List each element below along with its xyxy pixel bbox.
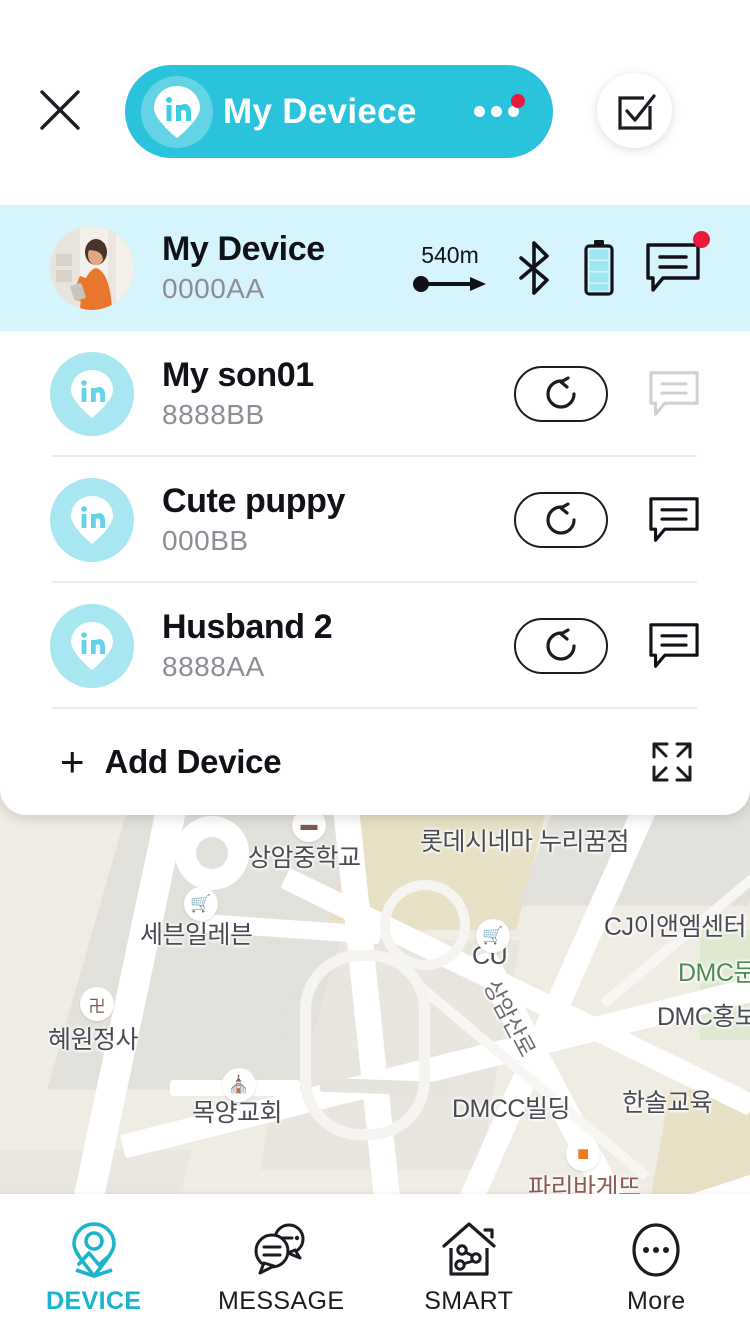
map-label: DMC홍보 (657, 1003, 750, 1031)
device-actions (514, 618, 702, 674)
message-badge (693, 231, 710, 248)
device-actions (514, 366, 702, 422)
plus-icon: + (60, 738, 85, 785)
close-button[interactable] (24, 74, 96, 146)
bottom-navigation: DEVICE MESSAGE SMART More (0, 1194, 750, 1334)
expand-fullscreen-icon (652, 742, 692, 782)
nav-tab-more[interactable]: More (563, 1194, 750, 1334)
refresh-button[interactable] (514, 492, 608, 548)
map-roundabout-center (196, 837, 228, 869)
avatar (50, 226, 134, 310)
nav-tab-device[interactable]: DEVICE (0, 1194, 188, 1334)
battery-icon (584, 240, 614, 296)
top-header: My Deviece (0, 0, 750, 205)
map-path (380, 880, 470, 970)
map-label: 혜원정사 (48, 1026, 139, 1054)
map-path (300, 950, 430, 1140)
nav-label: SMART (424, 1286, 514, 1315)
map-label: 롯데시네마 누리꿈점 (420, 828, 629, 856)
refresh-ccw-icon (546, 376, 576, 409)
map-pin-im-logo-icon (154, 85, 200, 138)
avatar (50, 352, 134, 436)
app-logo (141, 75, 213, 148)
message-bubble-icon (649, 497, 699, 542)
map-pin-im-avatar (71, 370, 113, 418)
device-row-husband-2[interactable]: Husband 2 8888AA (0, 583, 750, 709)
current-device-pill[interactable]: My Deviece (125, 65, 553, 158)
message-button-disabled[interactable] (646, 368, 702, 420)
refresh-button[interactable] (514, 618, 608, 674)
device-name: My Device (162, 230, 325, 269)
message-button[interactable] (644, 231, 710, 297)
temple-icon[interactable]: 卍 (80, 987, 114, 1021)
device-list-card: My Device 0000AA 540m My son01 8888BB Cu… (0, 205, 750, 815)
map-pin-icon (65, 1219, 123, 1281)
pill-title: My Deviece (223, 91, 417, 131)
nav-label: More (626, 1286, 686, 1315)
map-label: 상암중학교 (248, 844, 361, 872)
map-label: CJ이앤엠센터 (604, 913, 747, 941)
nav-label: MESSAGE (218, 1286, 345, 1315)
device-info: My Device 0000AA (162, 230, 412, 304)
device-row-my-device[interactable]: My Device 0000AA 540m (0, 205, 750, 331)
add-device-row[interactable]: + Add Device (0, 709, 750, 815)
device-name: Husband 2 (162, 608, 333, 647)
device-id: 8888BB (162, 398, 265, 430)
church-icon[interactable]: ⛪ (222, 1068, 256, 1102)
nav-tab-smart[interactable]: SMART (375, 1194, 563, 1334)
map-label: 한솔교육 (622, 1089, 713, 1117)
more-dot (491, 106, 502, 117)
device-row-cute-puppy[interactable]: Cute puppy 000BB (0, 457, 750, 583)
device-id: 0000AA (162, 272, 265, 304)
select-mode-button[interactable] (597, 73, 672, 148)
refresh-button[interactable] (514, 366, 608, 422)
more-dots-circle-icon (627, 1219, 685, 1281)
message-bubble-icon (646, 243, 700, 292)
chat-bubbles-icon (250, 1219, 312, 1281)
add-device-label: Add Device (104, 743, 282, 780)
bluetooth-icon (519, 241, 549, 295)
map-pin-im-avatar (71, 622, 113, 670)
message-button[interactable] (646, 494, 702, 546)
device-row-my-son01[interactable]: My son01 8888BB (0, 331, 750, 457)
refresh-ccw-icon (546, 502, 576, 535)
message-bubble-icon (649, 623, 699, 668)
message-bubble-icon (649, 371, 699, 416)
device-id: 000BB (162, 524, 249, 556)
distance-arrow-icon (413, 276, 486, 292)
device-info: My son01 8888BB (162, 356, 514, 430)
refresh-ccw-icon (546, 628, 576, 661)
device-info: Husband 2 8888AA (162, 608, 514, 682)
avatar (50, 478, 134, 562)
nav-tab-message[interactable]: MESSAGE (188, 1194, 376, 1334)
map-pin-im-avatar (71, 496, 113, 544)
avatar (50, 604, 134, 688)
device-info: Cute puppy 000BB (162, 482, 514, 556)
device-id: 8888AA (162, 650, 265, 682)
shop-cart-icon[interactable]: 🛒 (476, 919, 510, 953)
user-photo-avatar (50, 226, 134, 310)
nav-label: DEVICE (46, 1286, 142, 1315)
notification-badge (511, 94, 525, 108)
smart-home-icon (440, 1219, 498, 1281)
checkbox-checked-icon (617, 93, 656, 130)
distance-value: 540m (421, 242, 479, 268)
expand-button[interactable] (646, 736, 698, 788)
message-button[interactable] (646, 620, 702, 672)
map-label: DMC문 (678, 959, 750, 987)
distance-indicator: 540m (412, 242, 488, 294)
map-label: DMCC빌딩 (452, 1095, 571, 1123)
device-status-actions: 540m (412, 231, 710, 297)
device-name: My son01 (162, 356, 314, 395)
more-dot (474, 106, 485, 117)
bakery-icon[interactable]: ■ (566, 1137, 600, 1171)
shop-cart-icon[interactable]: 🛒 (184, 887, 218, 921)
close-x-icon (40, 90, 80, 130)
device-actions (514, 492, 702, 548)
device-name: Cute puppy (162, 482, 345, 521)
pill-more-button[interactable] (468, 94, 525, 117)
